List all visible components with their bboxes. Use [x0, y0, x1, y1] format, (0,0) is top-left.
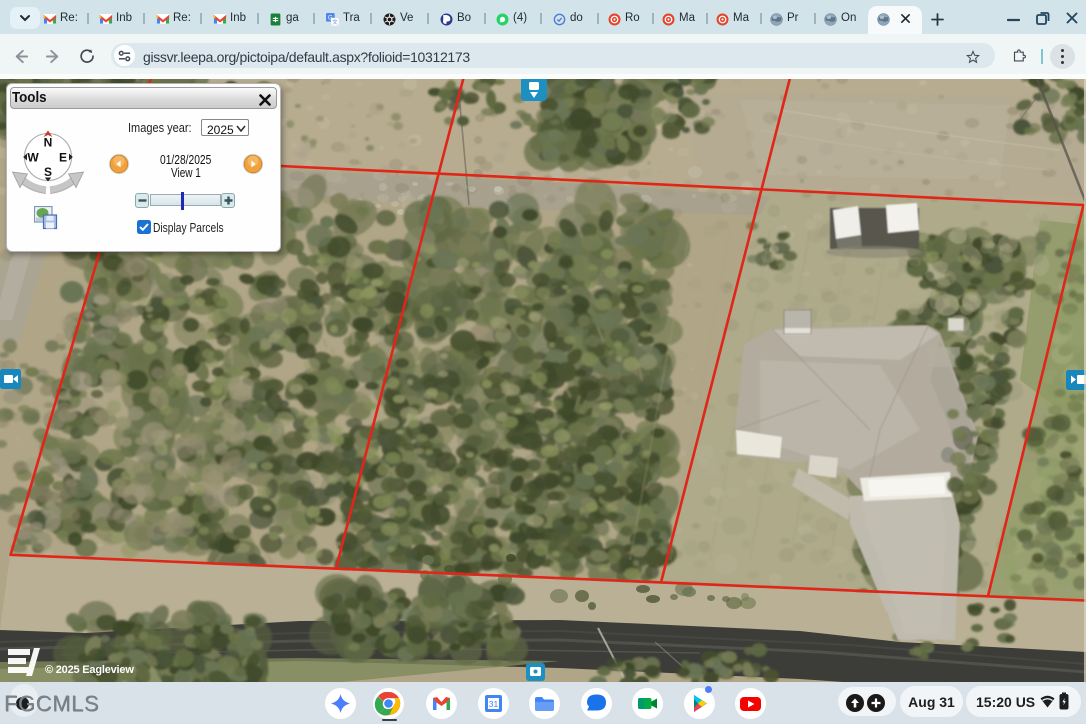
svg-text:E: E: [59, 151, 67, 165]
svg-text:W: W: [27, 151, 39, 165]
svg-text:© 2025 Eagleview: © 2025 Eagleview: [45, 664, 134, 676]
svg-text:S: S: [44, 165, 52, 179]
svg-text:N: N: [44, 136, 53, 150]
svg-text:31: 31: [488, 699, 498, 709]
